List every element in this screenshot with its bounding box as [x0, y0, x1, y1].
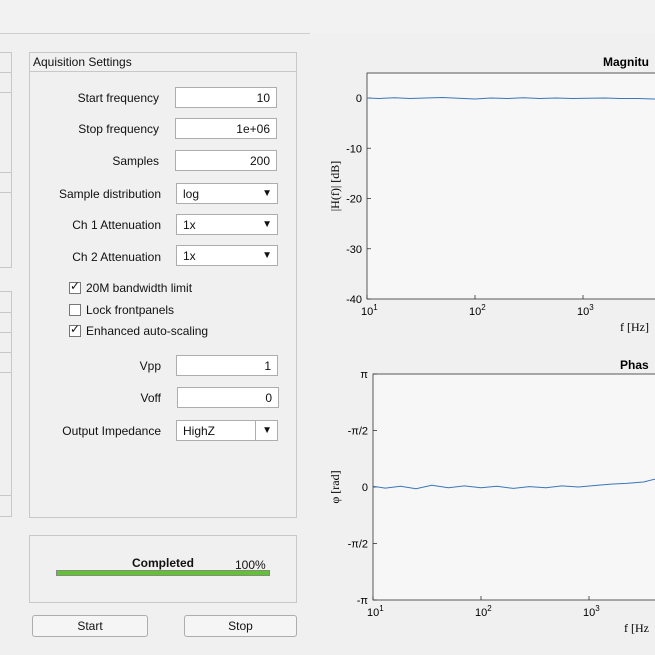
magnitude-x-tick-label: 101 — [361, 303, 378, 318]
plots-svg: Magnitu 0 -10 -20 -30 -40 101 102 103 f [Hz] |… — [328, 55, 655, 635]
phase-ylabel: φ [rad] — [328, 470, 342, 503]
phase-y-ticks: π -π/2 0 -π/2 -π — [348, 369, 377, 607]
phase-xlabel: f [Hz — [624, 621, 649, 635]
magnitude-x-tick-label: 103 — [577, 303, 594, 318]
phase-title: Phas — [620, 358, 649, 372]
phase-y-tick-label: -π/2 — [348, 539, 368, 551]
phase-y-tick-label: -π/2 — [348, 426, 368, 438]
phase-y-tick-label: -π — [357, 595, 369, 607]
phase-x-tick-label: 103 — [583, 604, 600, 619]
phase-x-tick-label: 101 — [367, 604, 384, 619]
magnitude-y-tick-label: -30 — [346, 244, 362, 256]
magnitude-y-tick-label: -40 — [346, 294, 362, 306]
phase-axes-box — [372, 373, 655, 601]
magnitude-y-tick-label: -20 — [346, 194, 362, 206]
magnitude-xlabel: f [Hz] — [620, 320, 649, 334]
magnitude-axes-box — [366, 72, 655, 300]
magnitude-ylabel: |H(f)| [dB] — [328, 161, 342, 211]
magnitude-y-tick-label: -10 — [346, 143, 362, 155]
magnitude-y-tick-label: 0 — [356, 93, 362, 105]
phase-y-tick-label: 0 — [362, 482, 368, 494]
magnitude-x-tick-label: 102 — [469, 303, 486, 318]
phase-x-tick-label: 102 — [475, 604, 492, 619]
phase-y-tick-label: π — [360, 369, 368, 381]
magnitude-title: Magnitu — [603, 55, 649, 69]
